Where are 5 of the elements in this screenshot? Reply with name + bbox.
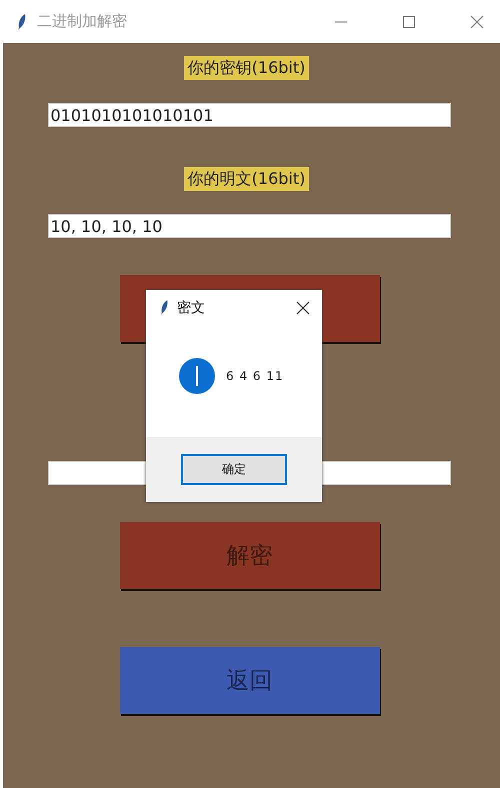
window-title: 二进制加解密 (37, 12, 127, 31)
dialog-message: 6 4 6 11 (226, 369, 284, 383)
plaintext-label: 你的明文(16bit) (184, 167, 310, 191)
key-label: 你的密钥(16bit) (184, 56, 310, 80)
dialog-title: 密文 (177, 298, 205, 316)
